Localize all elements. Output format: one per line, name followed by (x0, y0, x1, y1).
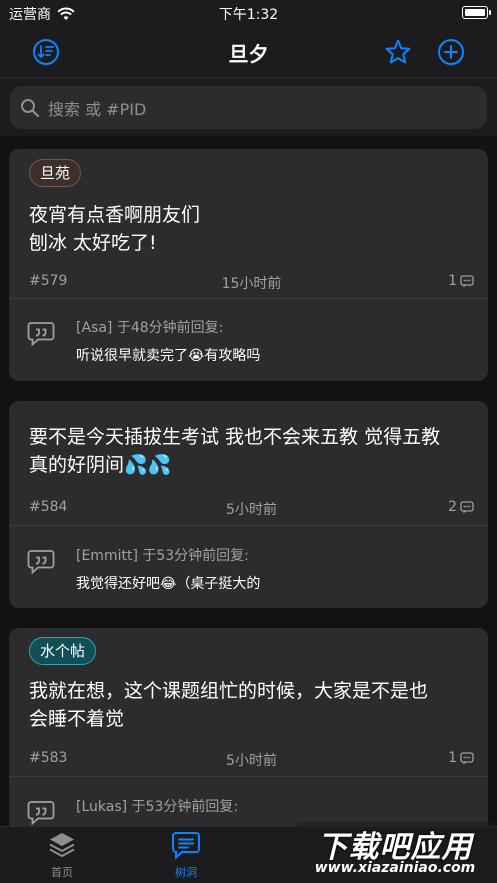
reply-header: [Emmitt] 于53分钟前回复: (76, 548, 249, 564)
add-icon[interactable] (437, 38, 465, 66)
post-text-line: 刨冰 太好吃了! (29, 232, 157, 254)
post-time: 5小时前 (226, 753, 277, 769)
reply-header: [Lukas] 于53分钟前回复: (76, 799, 239, 815)
post-meta: #584 5小时前 2 (29, 499, 474, 519)
tab-label: 树洞 (175, 866, 197, 879)
star-icon[interactable] (384, 38, 412, 66)
post-text-line: 会睡不着觉 (29, 708, 125, 730)
reply-count: 1 (448, 750, 474, 766)
comment-icon (460, 751, 474, 764)
tab-treehole[interactable]: 树洞 (146, 827, 226, 883)
post-text: 我就在想，这个课题组忙的时候，大家是不是也 会睡不着觉 (29, 677, 472, 733)
tab-home[interactable]: 首页 (22, 827, 102, 883)
search-placeholder: 搜索 或 #PID (48, 99, 147, 119)
status-bar: 运营商 下午1:32 (0, 0, 497, 26)
quote-bubble-icon (27, 801, 55, 826)
reply-count-value: 1 (448, 750, 457, 766)
post-card[interactable]: 旦苑 夜宵有点香啊朋友们 刨冰 太好吃了! #579 15小时前 1 [Asa]… (9, 149, 488, 381)
page-title: 旦夕 (228, 42, 269, 66)
reply-text: 我觉得还好吧😂（桌子挺大的 (76, 576, 261, 592)
post-meta: #579 15小时前 1 (29, 273, 474, 293)
search-bar: 搜索 或 #PID (0, 78, 497, 136)
post-text-line: 要不是今天插拔生考试 我也不会来五教 觉得五教 (29, 426, 441, 448)
nav-bar: 旦夕 (0, 26, 497, 78)
comment-icon (460, 500, 474, 513)
post-card[interactable]: 要不是今天插拔生考试 我也不会来五教 觉得五教 真的好阴间💦💦 #584 5小时… (9, 401, 488, 608)
reply-text: 听说很早就卖完了😭有攻略吗 (76, 348, 261, 364)
search-icon (21, 98, 40, 117)
reply-count: 2 (448, 499, 474, 515)
comment-icon (460, 274, 474, 287)
divider (9, 525, 488, 526)
post-text: 要不是今天插拔生考试 我也不会来五教 觉得五教 真的好阴间💦💦 (29, 423, 472, 479)
post-card[interactable]: 水个帖 我就在想，这个课题组忙的时候，大家是不是也 会睡不着觉 #583 5小时… (9, 628, 488, 838)
quote-bubble-icon (27, 322, 55, 347)
reply-count-value: 1 (448, 273, 457, 289)
quote-bubble-icon (27, 550, 55, 575)
post-text-line: 我就在想，这个课题组忙的时候，大家是不是也 (29, 680, 429, 702)
divider (9, 776, 488, 777)
post-text: 夜宵有点香啊朋友们 刨冰 太好吃了! (29, 201, 472, 257)
battery-icon (462, 6, 491, 19)
watermark: 下载吧应用 www.xiazainiao.com (297, 822, 493, 880)
search-input[interactable]: 搜索 或 #PID (10, 86, 487, 129)
post-time: 15小时前 (221, 276, 282, 292)
post-time: 5小时前 (226, 502, 277, 518)
reply-header: [Asa] 于48分钟前回复: (76, 320, 224, 336)
post-tag[interactable]: 水个帖 (29, 637, 97, 665)
message-icon (172, 832, 200, 860)
divider (9, 298, 488, 299)
reply-count: 1 (448, 273, 474, 289)
post-text-line: 夜宵有点香啊朋友们 (29, 204, 201, 226)
post-text-line: 真的好阴间💦💦 (29, 454, 172, 476)
post-meta: #583 5小时前 1 (29, 750, 474, 770)
layers-icon (49, 833, 75, 857)
post-tag[interactable]: 旦苑 (29, 159, 82, 187)
tab-label: 首页 (51, 866, 73, 879)
watermark-url: www.xiazainiao.com (314, 860, 476, 876)
reply-count-value: 2 (448, 499, 457, 515)
status-time: 下午1:32 (218, 7, 279, 23)
